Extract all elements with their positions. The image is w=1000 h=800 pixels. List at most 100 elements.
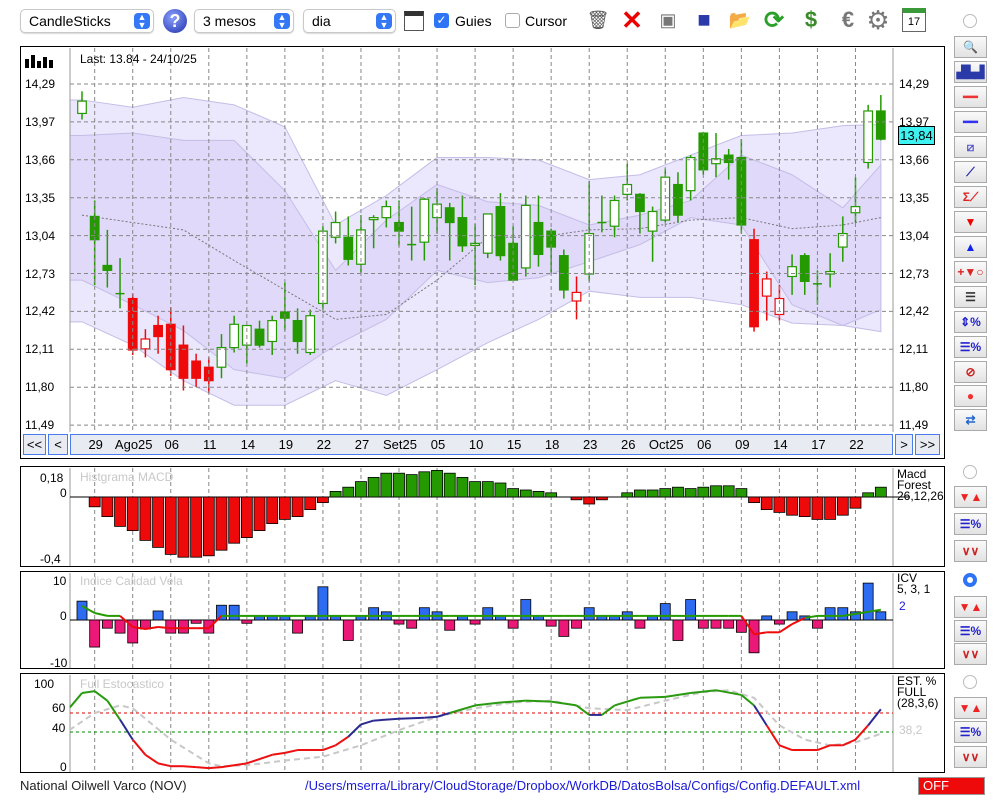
nav-prev-button[interactable]: < [48, 434, 68, 455]
panel-radio-macd[interactable] [963, 465, 977, 479]
candle-body [863, 110, 874, 164]
overview-chart-icon[interactable]: ▟▙▟ [954, 61, 987, 83]
candle-body [444, 207, 455, 224]
macd-bar [836, 496, 849, 516]
icv-bar [241, 619, 253, 624]
macd-bar [862, 492, 875, 498]
company-name: National Oilwell Varco (NOV) [20, 778, 187, 793]
icv-bar [571, 619, 582, 629]
macd-signal-arrows-icon[interactable]: ▼▲ [954, 486, 987, 508]
icv-bar [114, 619, 126, 634]
macd-bar [443, 472, 456, 498]
record-icon[interactable]: ● [954, 385, 987, 407]
config-path-link[interactable]: /Users/mserra/Library/CloudStorage/Dropb… [305, 778, 860, 793]
date-tick-label: 09 [735, 437, 750, 452]
icv-oscillator-curve-icon[interactable]: ∨∨ [954, 643, 987, 665]
stoch-k-segment [398, 716, 425, 720]
icv-bar [444, 619, 456, 631]
lines-percent-icon[interactable]: ☰% [954, 336, 987, 358]
macd-oscillator-curve-icon[interactable]: ∨∨ [954, 540, 987, 562]
macd-tick: 0,18 [40, 471, 64, 485]
panel-radio-icv[interactable] [963, 573, 977, 587]
stoch-k-segment [639, 695, 666, 699]
macd-bar [532, 490, 545, 498]
macd-bar [469, 481, 481, 498]
macd-bar [393, 472, 405, 498]
macd-bar [126, 496, 139, 531]
sell-arrow-icon[interactable]: ▼ [954, 211, 987, 233]
panel-radio-main[interactable] [963, 14, 977, 28]
icv-bar [862, 582, 874, 621]
candle-body [520, 204, 531, 269]
stop-icon[interactable]: ⊘ [954, 361, 987, 383]
swap-icon[interactable]: ⇄ [954, 409, 987, 431]
candle-body [216, 346, 227, 368]
macd-bar [164, 496, 177, 555]
macd-lines-percent-icon[interactable]: ☰% [954, 513, 987, 535]
stoch-lines-percent-icon[interactable]: ☰% [954, 721, 987, 743]
price-tick-label: 12,73 [25, 266, 56, 281]
macd-bar [494, 482, 507, 498]
sigma-trendline-icon[interactable]: Σ⟋ [954, 186, 987, 208]
icv-line-segment [778, 623, 793, 634]
zoom-icon[interactable]: 🔍 [954, 36, 987, 58]
date-axis-scrollbar[interactable]: 29 Ago25 06 11 14 19 22 27 Set25 05 10 15 18 23 26 Oct2… [70, 434, 893, 455]
icv-bar [165, 619, 177, 634]
stoch-k-segment [119, 719, 134, 741]
candle-body [558, 255, 569, 291]
macd-watermark: Histgrama MACD [80, 470, 174, 484]
volume-bars-icon[interactable] [25, 55, 57, 68]
date-tick-label: 11 [203, 437, 217, 452]
icv-bar [406, 619, 418, 629]
macd-bar [634, 489, 646, 498]
date-tick-label: 18 [544, 437, 560, 452]
macd-bar [456, 476, 469, 498]
macd-bar [760, 496, 773, 511]
stoch-tick: 40 [52, 721, 66, 735]
date-tick-label: 05 [430, 437, 446, 452]
date-tick-label: 15 [506, 437, 522, 452]
date-tick-label: 10 [468, 437, 484, 452]
stoch-watermark: Full Estocastico [80, 677, 165, 691]
candle-body [787, 266, 797, 278]
stoch-oscillator-curve-icon[interactable]: ∨∨ [954, 746, 987, 768]
stoch-k-segment [551, 700, 577, 707]
candle-body [875, 110, 886, 140]
horizontal-red-line-icon[interactable]: ━━ [954, 86, 987, 108]
macd-bar [481, 481, 494, 498]
candle-body [609, 199, 620, 227]
stoch-k-segment [817, 744, 831, 751]
icv-bar [723, 619, 735, 629]
macd-bar [253, 496, 266, 531]
price-tick-label: 13,66 [899, 152, 930, 167]
mode-status-button[interactable]: OFF [918, 777, 985, 795]
macd-tick: -0,4 [40, 552, 61, 566]
height-percent-icon[interactable]: ⇕% [954, 311, 987, 333]
trendline-icon[interactable]: ⟋ [954, 161, 987, 183]
icv-bar [101, 619, 113, 629]
price-tick-label: 11,80 [899, 380, 929, 395]
nav-next-button[interactable]: > [895, 434, 913, 455]
horizontal-blue-line-icon[interactable]: ━━ [954, 111, 987, 133]
icv-bar [545, 619, 557, 627]
stoch-signal-arrows-icon[interactable]: ▼▲ [954, 697, 987, 719]
stoch-k-segment [272, 751, 286, 756]
macd-bar [811, 496, 824, 520]
macd-bar [139, 496, 152, 541]
stoch-tick: 0 [60, 760, 67, 774]
candle-body [267, 320, 278, 343]
buy-arrow-icon[interactable]: ▲ [954, 236, 987, 258]
icv-signal-arrows-icon[interactable]: ▼▲ [954, 596, 987, 618]
macd-bar [380, 472, 393, 498]
panel-radio-stoch[interactable] [963, 675, 977, 689]
nav-first-button[interactable]: << [23, 434, 46, 455]
icv-bar [418, 607, 430, 621]
icv-bar [710, 619, 722, 629]
icv-bar [748, 619, 760, 654]
add-signal-icon[interactable]: +▼○ [954, 261, 987, 283]
grid-lines-icon[interactable]: ☰ [954, 286, 987, 308]
channel-icon[interactable]: ⧄ [954, 136, 987, 158]
nav-last-button[interactable]: >> [915, 434, 940, 455]
icv-lines-percent-icon[interactable]: ☰% [954, 620, 987, 642]
price-tick-label: 12,42 [25, 304, 56, 319]
